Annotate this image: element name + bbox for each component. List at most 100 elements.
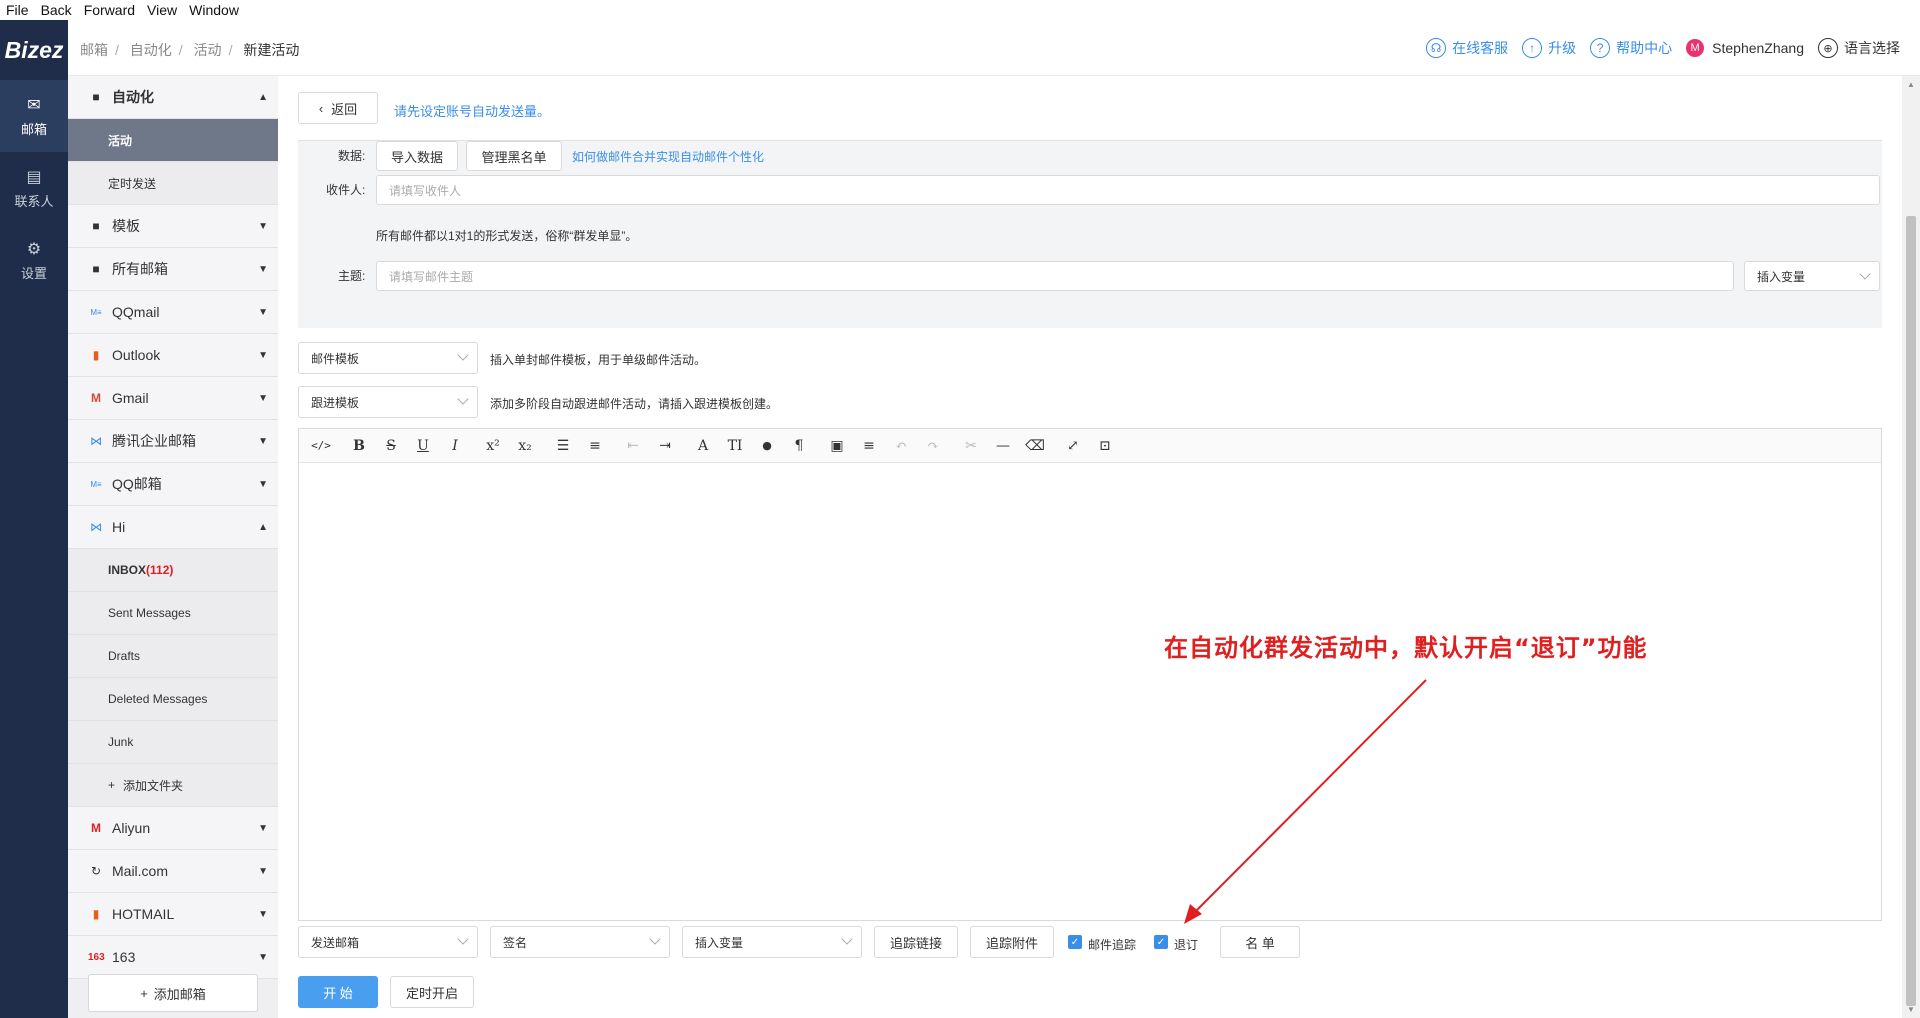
folder-sent[interactable]: Sent Messages <box>68 592 278 635</box>
signature-select[interactable]: 签名 <box>490 926 670 958</box>
bullet-list-icon[interactable]: ☰ <box>547 438 579 454</box>
image-icon[interactable]: ▣ <box>821 438 853 454</box>
crumb-activity[interactable]: 活动 <box>194 42 222 58</box>
insert-variable-select-2[interactable]: 插入变量 <box>682 926 862 958</box>
unsubscribe-checkbox[interactable]: ✓ <box>1154 935 1168 949</box>
user-menu[interactable]: M StephenZhang <box>1686 39 1804 57</box>
nav-settings[interactable]: ⚙ 设置 <box>0 224 68 296</box>
rich-text-editor[interactable]: </> B S U I x² x₂ ☰ ≡ ⇤ ⇥ A TI ● ¶ ▣ ≡ ↶… <box>298 428 1882 921</box>
menu-window[interactable]: Window <box>189 2 239 18</box>
horizontal-rule-icon[interactable]: — <box>987 438 1019 454</box>
crumb-mail[interactable]: 邮箱 <box>80 42 108 58</box>
manage-blacklist-button[interactable]: 管理黑名单 <box>466 141 562 171</box>
chevron-down-icon <box>457 393 469 405</box>
text-color-icon[interactable]: ● <box>751 439 783 452</box>
add-mailbox-button[interactable]: + 添加邮箱 <box>88 974 258 1012</box>
followup-template-select[interactable]: 跟进模板 <box>298 386 478 418</box>
sidebar-item-tencent[interactable]: ⋈ 腾讯企业邮箱 ▼ <box>68 420 278 463</box>
numbered-list-icon[interactable]: ≡ <box>579 438 611 454</box>
nav-contacts[interactable]: ▤ 联系人 <box>0 152 68 224</box>
notice-link[interactable]: 请先设定账号自动发送量。 <box>394 101 550 120</box>
font-size-icon[interactable]: TI <box>719 438 751 454</box>
sidebar-label: Drafts <box>108 649 141 663</box>
fullscreen-icon[interactable]: ⤢ <box>1057 438 1089 454</box>
chevron-down-icon: ▼ <box>258 349 268 361</box>
sidebar-item-aliyun[interactable]: M Aliyun ▼ <box>68 807 278 850</box>
back-button[interactable]: ‹ 返回 <box>298 92 378 124</box>
paragraph-icon[interactable]: ¶ <box>783 438 815 454</box>
italic-icon[interactable]: I <box>439 438 471 454</box>
add-folder-button[interactable]: + 添加文件夹 <box>68 764 278 807</box>
sidebar-item-hi[interactable]: ⋈ Hi ▲ <box>68 506 278 549</box>
sidebar-item-163[interactable]: 163 163 ▼ <box>68 936 278 979</box>
code-view-icon[interactable]: </> <box>305 439 337 452</box>
select-all-icon[interactable]: ⊡ <box>1089 438 1121 454</box>
sidebar-label: 添加文件夹 <box>123 778 184 793</box>
superscript-icon[interactable]: x² <box>477 438 509 454</box>
cut-icon[interactable]: ✂ <box>955 438 987 454</box>
scroll-down-icon[interactable]: ▼ <box>1907 1005 1915 1014</box>
send-note: 所有邮件都以1对1的形式发送，俗称“群发单显”。 <box>376 229 638 243</box>
menu-back[interactable]: Back <box>41 2 72 18</box>
folder-junk[interactable]: Junk <box>68 721 278 764</box>
menu-forward[interactable]: Forward <box>84 2 135 18</box>
sidebar-item-allmail[interactable]: ■ 所有邮箱 ▼ <box>68 248 278 291</box>
mail-template-select[interactable]: 邮件模板 <box>298 342 478 374</box>
track-attachment-button[interactable]: 追踪附件 <box>970 926 1054 958</box>
qqmail-icon: M≡ <box>90 307 102 317</box>
menu-file[interactable]: File <box>6 2 29 18</box>
sidebar-label: Outlook <box>112 347 161 363</box>
scroll-up-icon[interactable]: ▲ <box>1907 80 1915 89</box>
redo-icon[interactable]: ↷ <box>917 438 949 454</box>
sidebar-item-activity[interactable]: 活动 <box>68 119 278 162</box>
subscript-icon[interactable]: x₂ <box>509 438 541 454</box>
outdent-icon[interactable]: ⇤ <box>617 438 649 454</box>
sidebar-item-mailcom[interactable]: ↻ Mail.com ▼ <box>68 850 278 893</box>
sidebar-item-qqmail[interactable]: M≡ QQmail ▼ <box>68 291 278 334</box>
undo-icon[interactable]: ↶ <box>885 438 917 454</box>
bold-icon[interactable]: B <box>343 438 375 454</box>
recipient-input[interactable]: 请填写收件人 <box>376 175 1880 205</box>
select-value: 插入变量 <box>1757 269 1806 284</box>
sidebar-item-gmail[interactable]: M Gmail ▼ <box>68 377 278 420</box>
folder-drafts[interactable]: Drafts <box>68 635 278 678</box>
plus-icon: + <box>108 778 116 792</box>
chevron-down-icon <box>649 933 661 945</box>
underline-icon[interactable]: U <box>407 438 439 454</box>
track-link-button[interactable]: 追踪链接 <box>874 926 958 958</box>
menu-view[interactable]: View <box>147 2 177 18</box>
folder-deleted[interactable]: Deleted Messages <box>68 678 278 721</box>
sidebar-item-template[interactable]: ■ 模板 ▼ <box>68 205 278 248</box>
start-button[interactable]: 开 始 <box>298 976 378 1008</box>
help-link[interactable]: ? 帮助中心 <box>1590 38 1672 58</box>
schedule-start-button[interactable]: 定时开启 <box>390 976 474 1008</box>
mail-track-checkbox[interactable]: ✓ <box>1068 935 1082 949</box>
import-data-button[interactable]: 导入数据 <box>376 141 458 171</box>
indent-icon[interactable]: ⇥ <box>649 438 681 454</box>
upgrade-link[interactable]: ↑ 升级 <box>1522 38 1576 58</box>
folder-inbox[interactable]: INBOX (112) <box>68 549 278 592</box>
crumb-automation[interactable]: 自动化 <box>130 42 172 58</box>
sidebar-item-automation[interactable]: ■ 自动化 ▲ <box>68 76 278 119</box>
list-button[interactable]: 名 单 <box>1220 926 1300 958</box>
eraser-icon[interactable]: ⌫ <box>1019 438 1051 454</box>
language-select[interactable]: ⊕ 语言选择 <box>1818 38 1900 58</box>
scrollbar-thumb[interactable] <box>1906 216 1916 1006</box>
support-link[interactable]: ☊ 在线客服 <box>1426 38 1508 58</box>
sidebar-label: Aliyun <box>112 820 151 836</box>
insert-variable-select[interactable]: 插入变量 <box>1744 261 1880 291</box>
sidebar-item-scheduled[interactable]: 定时发送 <box>68 162 278 205</box>
nav-mail[interactable]: ✉ 邮箱 <box>0 80 68 152</box>
font-family-icon[interactable]: A <box>687 438 719 454</box>
sidebar-item-qqmailbox[interactable]: M≡ QQ邮箱 ▼ <box>68 463 278 506</box>
subject-input[interactable]: 请填写邮件主题 <box>376 261 1734 291</box>
strikethrough-icon[interactable]: S <box>375 438 407 454</box>
sidebar-label: 定时发送 <box>108 176 157 191</box>
send-mailbox-select[interactable]: 发送邮箱 <box>298 926 478 958</box>
sidebar-item-hotmail[interactable]: ▮ HOTMAIL ▼ <box>68 893 278 936</box>
sidebar-item-outlook[interactable]: ▮ Outlook ▼ <box>68 334 278 377</box>
sidebar-label: Hi <box>112 519 126 535</box>
vertical-scrollbar[interactable]: ▲ ▼ <box>1902 76 1920 1018</box>
merge-help-link[interactable]: 如何做邮件合并实现自动邮件个性化 <box>572 148 764 165</box>
align-icon[interactable]: ≡ <box>853 438 885 454</box>
